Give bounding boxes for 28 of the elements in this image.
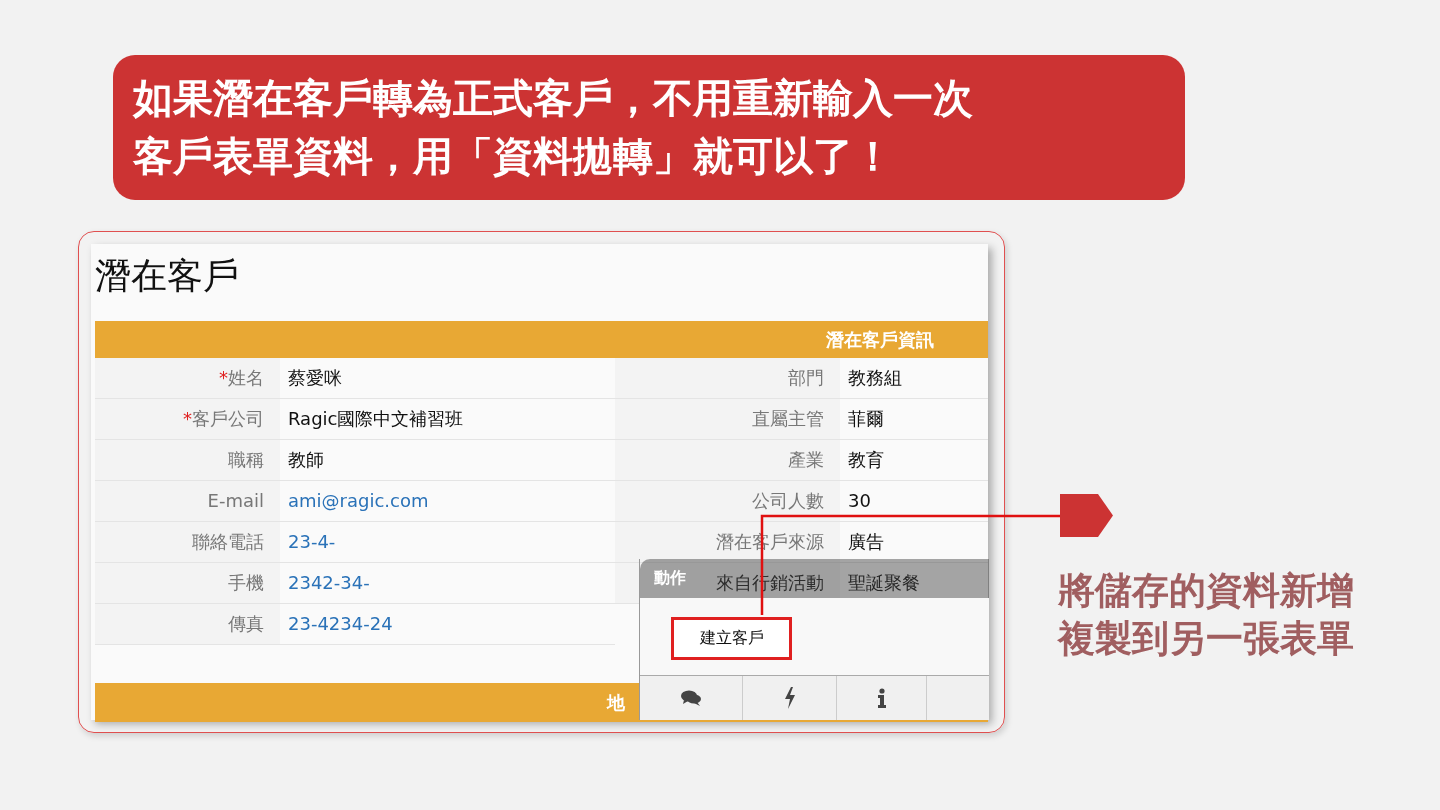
field-label: E-mail — [95, 481, 280, 521]
field-value: 教育 — [847, 448, 885, 472]
field-label: 傳真 — [95, 604, 280, 644]
field-value: Ragic國際中文補習班 — [287, 407, 465, 431]
field-label: 公司人數 — [615, 481, 840, 521]
banner-text: 客戶表單資料，用「資料拋轉」就可以了！ — [133, 132, 893, 181]
callout-text: 複製到另一張表單 — [1058, 616, 1354, 662]
field-label: 產業 — [615, 440, 840, 480]
field-label: *姓名 — [95, 358, 280, 398]
form-title: 潛在客戶 — [95, 254, 239, 298]
field-value: 菲爾 — [847, 407, 885, 431]
field-value: 教師 — [287, 448, 325, 472]
field-label: 職稱 — [95, 440, 280, 480]
field-value: 教務組 — [847, 366, 903, 390]
field-label: 部門 — [615, 358, 840, 398]
field-label: 聯絡電話 — [95, 522, 280, 562]
field-value: 30 — [847, 489, 872, 513]
field-label: 手機 — [95, 563, 280, 603]
field-label: *客戶公司 — [95, 399, 280, 439]
banner-text: 如果潛在客戶轉為正式客戶，不用重新輸入一次 — [133, 74, 973, 123]
callout-text: 將儲存的資料新增 — [1058, 568, 1354, 614]
field-label: 直屬主管 — [615, 399, 840, 439]
section-title: 地 — [607, 690, 625, 715]
panel-title: 動作 — [654, 568, 686, 589]
field-value: 蔡愛咪 — [287, 366, 343, 390]
field-value: 聖誕聚餐 — [847, 571, 921, 595]
field-value: 廣告 — [847, 530, 885, 554]
section-title: 潛在客戶資訊 — [826, 327, 934, 352]
